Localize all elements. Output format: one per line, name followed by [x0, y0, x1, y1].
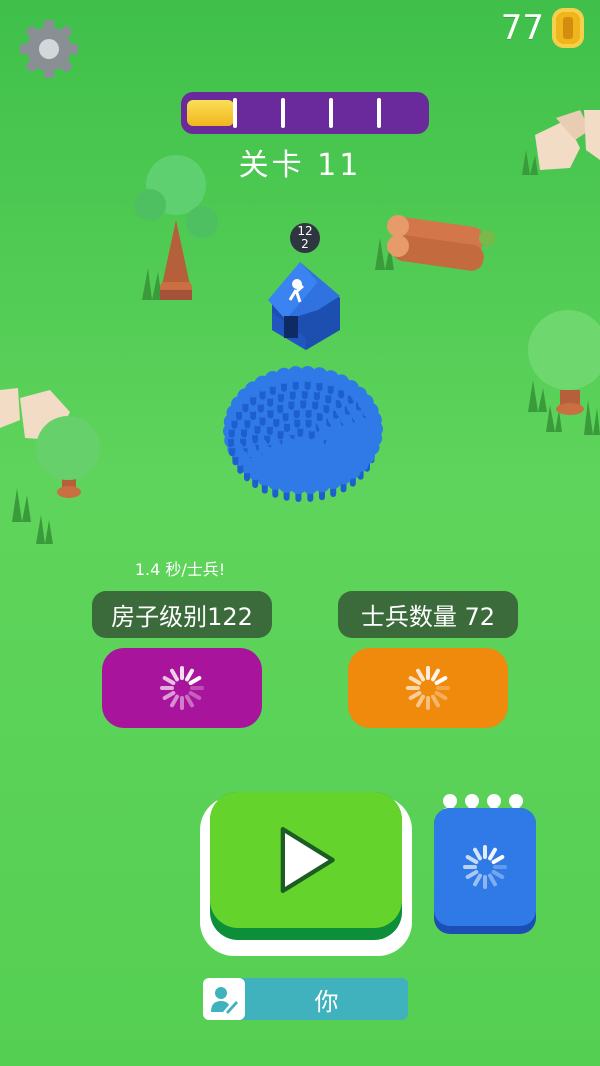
house-level-badge: 12 2 — [290, 223, 320, 253]
progress-divider — [329, 98, 333, 128]
crowd-button[interactable] — [434, 808, 536, 934]
house-level-label: 房子级别122 — [111, 603, 253, 631]
play-button[interactable] — [200, 792, 412, 956]
house-level-pill: 房子级别122 — [92, 591, 272, 638]
player-name-bar[interactable]: 你 — [203, 978, 408, 1020]
blue-house — [268, 262, 340, 350]
progress-divider — [281, 98, 285, 128]
play-icon — [280, 827, 335, 893]
spinner-icon — [406, 666, 450, 710]
level-label: 关卡 11 — [238, 148, 362, 183]
progress-divider — [233, 98, 237, 128]
gear-icon — [20, 20, 78, 78]
upgrade-soldiers-button[interactable] — [348, 648, 508, 728]
house-badge-line2: 2 — [301, 237, 309, 251]
coin-count: 77 — [500, 8, 544, 48]
settings-button[interactable] — [18, 18, 80, 80]
upgrade-house-button[interactable] — [102, 648, 262, 728]
soldier-count-label: 士兵数量 72 — [360, 603, 496, 631]
level-progress-fill — [187, 100, 234, 126]
soldier-crowd — [223, 366, 383, 502]
logs — [387, 215, 495, 271]
user-edit-icon[interactable] — [203, 978, 245, 1020]
soldier-count-pill: 士兵数量 72 — [338, 591, 518, 638]
spinner-icon — [463, 845, 507, 889]
tree-right — [528, 310, 600, 415]
coin-icon — [552, 8, 584, 48]
spinner-icon — [160, 666, 204, 710]
tree-bottom-left — [36, 416, 100, 498]
player-name: 你 — [314, 987, 339, 1016]
progress-divider — [377, 98, 381, 128]
coin-counter: 77 — [501, 8, 584, 48]
level-progress-bar — [181, 92, 429, 134]
spawn-rate-label: 1.4 秒/士兵! — [134, 560, 226, 579]
